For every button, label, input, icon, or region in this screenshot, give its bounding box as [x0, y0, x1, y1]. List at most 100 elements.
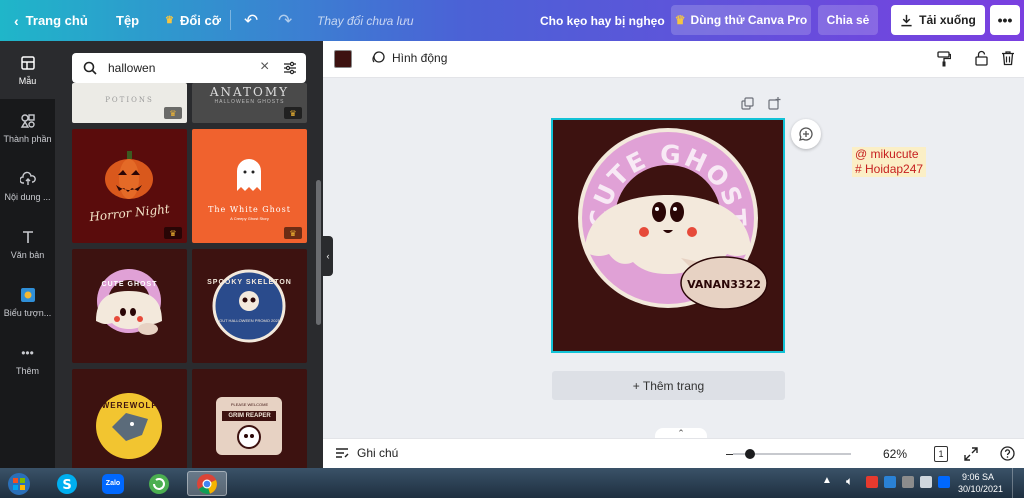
- template-thumbnail[interactable]: POTIONS ♛: [72, 83, 187, 123]
- add-page-button[interactable]: + Thêm trang: [552, 371, 785, 400]
- resize-label: Đổi cỡ: [179, 13, 221, 28]
- notes-button[interactable]: Ghi chú: [335, 446, 398, 460]
- template-thumbnail[interactable]: CUTE GHOST: [72, 249, 187, 363]
- zoom-slider-knob[interactable]: [745, 449, 755, 459]
- bottom-bar: Ghi chú – 62% 1: [323, 438, 1024, 468]
- lock-icon[interactable]: [975, 50, 988, 66]
- refresh-app-icon: [149, 473, 169, 494]
- tray-unikey-icon[interactable]: [920, 476, 932, 488]
- premium-crown-icon: ♛: [164, 227, 182, 239]
- taskbar-app[interactable]: [142, 471, 176, 496]
- design-page[interactable]: CUTE GHOST VANAN3322: [551, 118, 785, 353]
- animate-label: Hình động: [392, 51, 448, 65]
- duplicate-page-icon[interactable]: [741, 97, 754, 110]
- template-thumbnail[interactable]: SPOOKY SKELETON OUT HALLOWEEN PROMO 2021: [192, 249, 307, 363]
- document-title[interactable]: Cho kẹo hay bị nghẹo: [540, 0, 665, 41]
- try-pro-button[interactable]: ♛ Dùng thử Canva Pro: [671, 5, 811, 35]
- thumbnail-subtitle: OUT HALLOWEEN PROMO 2021: [219, 318, 280, 323]
- sidebar-item-templates[interactable]: Mẫu: [0, 41, 55, 99]
- tray-app-blue-icon[interactable]: [884, 476, 896, 488]
- animate-icon: [372, 51, 385, 63]
- template-thumbnail[interactable]: Horror Night ♛: [72, 129, 187, 243]
- text-icon: [22, 230, 33, 243]
- chevron-left-icon: ‹: [14, 12, 19, 29]
- sidebar-item-elements[interactable]: Thành phần: [0, 99, 55, 157]
- help-icon[interactable]: [1000, 446, 1015, 461]
- sidebar-item-text[interactable]: Văn bản: [0, 215, 55, 273]
- home-label: Trang chủ: [25, 13, 88, 28]
- clear-icon[interactable]: ×: [260, 58, 269, 76]
- animate-button[interactable]: Hình động: [371, 51, 447, 65]
- taskbar-chrome[interactable]: [187, 471, 227, 496]
- search-input[interactable]: hallowen ×: [72, 53, 306, 83]
- overlay-line-1: @ mikucute: [855, 147, 919, 161]
- skype-icon: S: [57, 473, 77, 494]
- zalo-label: Zalo: [105, 480, 121, 487]
- template-panel: hallowen × POTIONS ♛ ANATOMY HALLOWEEN G…: [55, 41, 323, 468]
- undo-icon[interactable]: ↶: [244, 0, 258, 41]
- show-desktop-button[interactable]: [1012, 468, 1024, 498]
- file-menu[interactable]: Tệp: [116, 0, 139, 41]
- page-count[interactable]: 1: [934, 446, 948, 462]
- sidebar-item-label: Biểu tượn...: [3, 307, 52, 318]
- rotate-comment-button[interactable]: [791, 119, 821, 149]
- zoom-level[interactable]: 62%: [883, 447, 907, 461]
- svg-text:S: S: [62, 478, 71, 493]
- template-thumbnail[interactable]: The White Ghost A Creepy Ghost Story ♛: [192, 129, 307, 243]
- volume-icon[interactable]: 🔈︎: [846, 474, 853, 489]
- trash-icon[interactable]: [1001, 50, 1015, 66]
- start-button[interactable]: [4, 471, 34, 496]
- windows-logo-icon: [8, 472, 30, 495]
- template-thumbnail[interactable]: PLEASE WELCOME GRIM REAPER: [192, 369, 307, 468]
- chrome-icon: [197, 473, 217, 494]
- sidebar-item-uploads[interactable]: Nội dung ...: [0, 157, 55, 215]
- panel-scrollbar[interactable]: [316, 180, 321, 325]
- top-bar: ‹ Trang chủ Tệp ♛ Đổi cỡ ↶ ↷ Thay đổi ch…: [0, 0, 1024, 41]
- template-thumbnail[interactable]: WEREWOLF: [72, 369, 187, 468]
- tray-zalo-icon[interactable]: [938, 476, 950, 488]
- taskbar-skype[interactable]: S: [50, 471, 84, 496]
- filter-icon[interactable]: [283, 61, 297, 75]
- resize-button[interactable]: ♛ Đổi cỡ: [165, 0, 221, 41]
- chevron-up-icon: ⌃: [677, 427, 685, 438]
- thumbnail-subtitle: A Creepy Ghost Story: [230, 216, 269, 221]
- paint-roller-icon[interactable]: [937, 51, 951, 67]
- sidebar-item-label: Mẫu: [18, 75, 37, 86]
- sidebar-item-label: Nội dung ...: [4, 191, 51, 202]
- comment-add-icon: [799, 127, 813, 141]
- sidebar-item-brand[interactable]: Biểu tượn...: [0, 273, 55, 331]
- expand-pages-handle[interactable]: ⌃: [655, 428, 707, 438]
- add-page-icon[interactable]: [768, 97, 781, 110]
- sidebar-item-label: Thêm: [15, 365, 39, 376]
- share-button[interactable]: Chia sẻ: [818, 5, 878, 35]
- template-thumbnail[interactable]: ANATOMY HALLOWEEN GHOSTS ♛: [192, 83, 307, 123]
- thumbnail-title: POTIONS: [105, 96, 154, 104]
- clock-time: 9:06 SA: [961, 472, 995, 482]
- fullscreen-icon[interactable]: [964, 447, 978, 461]
- notes-label: Ghi chú: [357, 446, 399, 460]
- thumbnail-subtitle: PLEASE WELCOME: [230, 402, 269, 407]
- sidebar-item-more[interactable]: ••• Thêm: [0, 331, 55, 389]
- download-button[interactable]: Tải xuống: [891, 5, 985, 35]
- template-icon: [20, 55, 35, 70]
- tray-app-v-icon[interactable]: [866, 476, 878, 488]
- thumbnail-title: ANATOMY: [209, 85, 290, 99]
- divider: [230, 10, 231, 30]
- color-swatch[interactable]: [334, 50, 352, 68]
- sidebar-rail: Mẫu Thành phần Nội dung ... Văn bản Biểu…: [0, 41, 55, 468]
- collapse-panel-button[interactable]: ‹: [323, 236, 333, 276]
- thumbnail-title: CUTE GHOST: [101, 281, 158, 288]
- skeleton-badge-art: [212, 269, 286, 343]
- cute-ghost-thumbnail-art: [96, 269, 162, 335]
- tray-expand-icon[interactable]: ▲: [822, 475, 832, 486]
- watermark-overlay: @ mikucute # Hoidap247: [852, 147, 927, 177]
- taskbar-clock[interactable]: 9:06 SA 30/10/2021: [958, 471, 1003, 495]
- zoom-slider[interactable]: [733, 449, 851, 459]
- home-button[interactable]: ‹ Trang chủ: [14, 0, 88, 41]
- more-options-icon[interactable]: •••: [990, 5, 1020, 35]
- tray-network-icon[interactable]: [902, 476, 914, 488]
- redo-icon[interactable]: ↷: [278, 0, 292, 41]
- taskbar-zalo[interactable]: Zalo: [96, 471, 130, 496]
- premium-crown-icon: ♛: [284, 227, 302, 239]
- ghost-icon: [237, 159, 261, 191]
